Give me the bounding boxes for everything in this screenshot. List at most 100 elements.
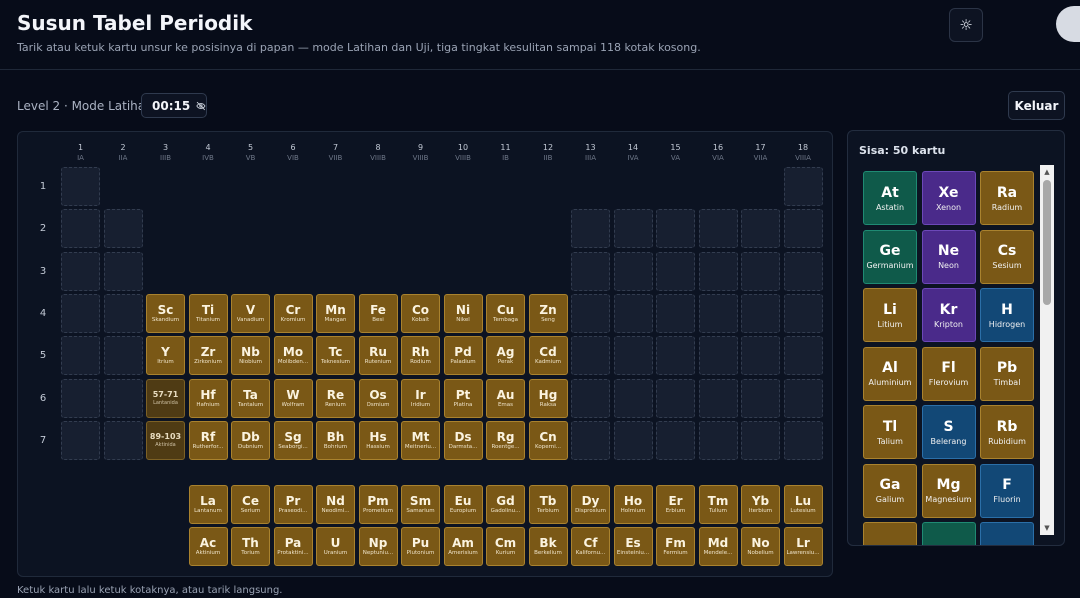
empty-slot[interactable]: [61, 209, 100, 249]
tray-element-card[interactable]: Ne Neon: [921, 229, 976, 284]
tray-element-card[interactable]: Al Aluminium: [863, 346, 917, 401]
placed-element-card[interactable]: Hs Hassium: [358, 420, 398, 460]
empty-slot[interactable]: [61, 167, 100, 206]
placed-element-card[interactable]: Mn Mangan: [316, 293, 355, 333]
placed-element-card[interactable]: Os Osmium: [358, 378, 398, 418]
profile-button[interactable]: [1056, 6, 1080, 42]
empty-slot[interactable]: [613, 420, 653, 460]
placed-element-card[interactable]: Rg Roentge...: [486, 420, 525, 460]
placed-element-card[interactable]: Rf Rutherfor...: [188, 420, 228, 460]
lanthanide-card[interactable]: Sm Samarium: [401, 485, 440, 524]
placed-element-card[interactable]: Sg Seaborgi...: [273, 420, 313, 460]
lanthanide-card[interactable]: Pm Prometium: [358, 485, 398, 524]
actinide-card[interactable]: Md Mendele...: [698, 527, 738, 566]
placed-element-card[interactable]: Cn Koperni...: [528, 420, 568, 460]
tray-element-card[interactable]: Mg Magnesium: [921, 463, 976, 518]
placed-element-card[interactable]: Db Dubnium: [231, 420, 270, 460]
theme-toggle-button[interactable]: ☼: [949, 8, 983, 42]
empty-slot[interactable]: [571, 336, 610, 376]
empty-slot[interactable]: [741, 251, 780, 291]
actinide-card[interactable]: Cf Kalifornu...: [571, 527, 610, 566]
empty-slot[interactable]: [656, 251, 695, 291]
placed-element-card[interactable]: Ds Darmsta...: [443, 420, 483, 460]
empty-slot[interactable]: [103, 420, 143, 460]
placed-element-card[interactable]: Hg Raksa: [528, 378, 568, 418]
tray-element-card[interactable]: S Belerang: [921, 405, 976, 459]
lanthanide-card[interactable]: Tm Tulium: [698, 485, 738, 524]
placed-element-card[interactable]: Zr Zirkonium: [188, 336, 228, 376]
placed-element-card[interactable]: Mt Meitneriu...: [401, 420, 440, 460]
empty-slot[interactable]: [613, 293, 653, 333]
tray-element-card[interactable]: Rb Rubidium: [980, 405, 1034, 459]
placed-element-card[interactable]: Ir Iridium: [401, 378, 440, 418]
placed-element-card[interactable]: Rh Rodium: [401, 336, 440, 376]
lanthanide-card[interactable]: Er Erbium: [656, 485, 695, 524]
lanthanide-card[interactable]: Yb Iterbium: [741, 485, 780, 524]
actinide-card[interactable]: Lr Lawrensiu...: [783, 527, 823, 566]
empty-slot[interactable]: [103, 251, 143, 291]
actinide-card[interactable]: Np Neptuniu...: [358, 527, 398, 566]
placed-element-card[interactable]: Y Itrium: [146, 336, 185, 376]
tray-element-card[interactable]: Ga Galium: [863, 463, 917, 518]
lanthanide-card[interactable]: Tb Terbium: [528, 485, 568, 524]
tray-element-card[interactable]: At Astatin: [863, 171, 917, 225]
empty-slot[interactable]: [783, 293, 823, 333]
empty-slot[interactable]: [741, 336, 780, 376]
scroll-thumb[interactable]: [1043, 180, 1051, 305]
empty-slot[interactable]: [783, 209, 823, 249]
placed-element-card[interactable]: Co Kobalt: [401, 293, 440, 333]
placed-element-card[interactable]: Sc Skandium: [146, 293, 185, 333]
lanthanide-card[interactable]: Ho Holmium: [613, 485, 653, 524]
lanthanide-card[interactable]: Gd Gadolinu...: [486, 485, 525, 524]
tray-element-card[interactable]: H Hidrogen: [980, 288, 1034, 342]
empty-slot[interactable]: [741, 420, 780, 460]
placed-element-card[interactable]: Ti Titanium: [188, 293, 228, 333]
scroll-down-icon[interactable]: ▼: [1040, 521, 1054, 535]
empty-slot[interactable]: [613, 378, 653, 418]
empty-slot[interactable]: [698, 378, 738, 418]
empty-slot[interactable]: [613, 336, 653, 376]
lanthanide-card[interactable]: Lu Lutesium: [783, 485, 823, 524]
empty-slot[interactable]: [656, 336, 695, 376]
empty-slot[interactable]: [783, 420, 823, 460]
tray-element-card[interactable]: Xe Xenon: [921, 171, 976, 225]
placed-element-card[interactable]: W Wolfram: [273, 378, 313, 418]
placed-element-card[interactable]: Ta Tantalum: [231, 378, 270, 418]
placed-element-card[interactable]: Bh Bohrium: [316, 420, 355, 460]
placed-element-card[interactable]: Nb Niobium: [231, 336, 270, 376]
empty-slot[interactable]: [613, 251, 653, 291]
lanthanide-card[interactable]: Pr Praseodi...: [273, 485, 313, 524]
empty-slot[interactable]: [571, 293, 610, 333]
placed-element-card[interactable]: V Vanadium: [231, 293, 270, 333]
tray-element-card[interactable]: Cs Sesium: [980, 229, 1034, 284]
empty-slot[interactable]: [571, 251, 610, 291]
actinide-card[interactable]: Es Einsteiniu...: [613, 527, 653, 566]
actinide-card[interactable]: Th Torium: [231, 527, 270, 566]
tray-element-card[interactable]: Ra Radium: [980, 171, 1034, 225]
empty-slot[interactable]: [571, 209, 610, 249]
empty-slot[interactable]: [698, 420, 738, 460]
actinide-card[interactable]: Pu Plutonium: [401, 527, 440, 566]
tray-element-card[interactable]: [921, 522, 976, 545]
empty-slot[interactable]: [741, 209, 780, 249]
exit-button[interactable]: Keluar: [1008, 91, 1065, 120]
tray-scrollbar[interactable]: ▲ ▼: [1040, 165, 1054, 535]
empty-slot[interactable]: [741, 293, 780, 333]
tray-element-card[interactable]: Ge Germanium: [863, 229, 917, 284]
placed-element-card[interactable]: Au Emas: [486, 378, 525, 418]
empty-slot[interactable]: [613, 209, 653, 249]
actinide-card[interactable]: Fm Fermium: [656, 527, 695, 566]
scroll-up-icon[interactable]: ▲: [1040, 165, 1054, 179]
placed-element-card[interactable]: Pd Paladium: [443, 336, 483, 376]
placed-element-card[interactable]: Ni Nikel: [443, 293, 483, 333]
tray-element-card[interactable]: Pb Timbal: [980, 346, 1034, 401]
empty-slot[interactable]: [656, 378, 695, 418]
empty-slot[interactable]: [103, 293, 143, 333]
empty-slot[interactable]: [571, 378, 610, 418]
empty-slot[interactable]: [61, 251, 100, 291]
empty-slot[interactable]: [61, 336, 100, 376]
empty-slot[interactable]: [783, 251, 823, 291]
placed-element-card[interactable]: Zn Seng: [528, 293, 568, 333]
empty-slot[interactable]: [783, 167, 823, 206]
placed-element-card[interactable]: 57-71 Lantanida: [146, 378, 185, 418]
